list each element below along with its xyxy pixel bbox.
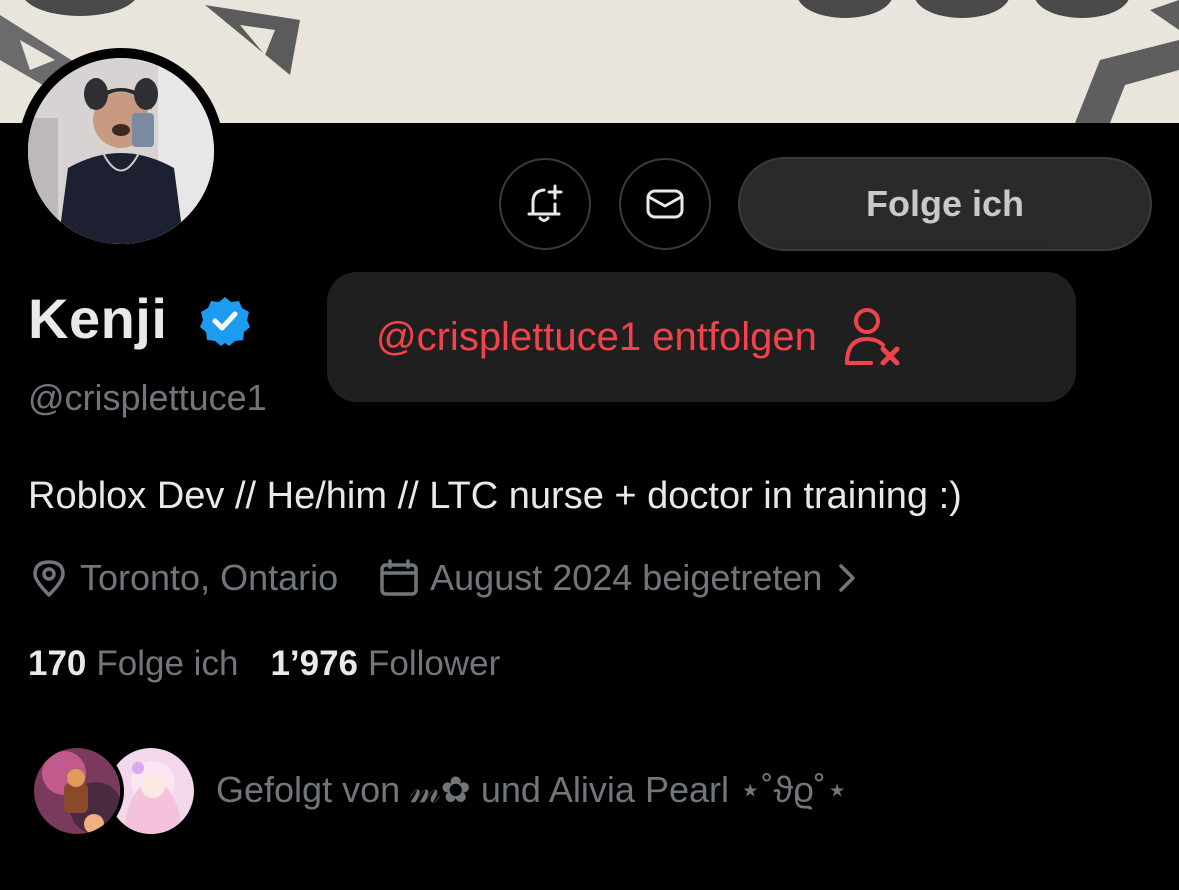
following-count-link[interactable]: 170 Folge ich: [28, 644, 238, 684]
avatar-photo: [28, 58, 214, 244]
profile-bio: Roblox Dev // He/him // LTC nurse + doct…: [28, 475, 962, 517]
profile-meta: Toronto, Ontario August 2024 beigetreten: [28, 552, 868, 604]
follow-counts: 170 Folge ich 1’976 Follower: [28, 638, 500, 690]
mutual-avatar: [30, 744, 124, 838]
profile-handle: @crisplettuce1: [28, 377, 267, 418]
followers-count: 1’976: [270, 644, 359, 683]
envelope-icon: [646, 189, 684, 219]
following-label: Folge ich: [96, 644, 239, 683]
followers-count-link[interactable]: 1’976 Follower: [270, 644, 500, 684]
followed-by-row[interactable]: Gefolgt von 𝓂✿ und Alivia Pearl ⋆˚ϑϱ˚⋆: [30, 740, 848, 840]
verified-badge-icon[interactable]: [199, 295, 251, 347]
following-button[interactable]: Folge ich: [738, 157, 1152, 251]
person-x-icon: [844, 308, 900, 366]
followers-label: Follower: [368, 644, 501, 683]
notifications-button[interactable]: [499, 158, 591, 250]
unfollow-menu-item[interactable]: @crisplettuce1 entfolgen: [327, 272, 1076, 402]
following-count: 170: [28, 644, 87, 683]
location-pin-icon: [33, 560, 65, 597]
followed-by-text: Gefolgt von 𝓂✿ und Alivia Pearl ⋆˚ϑϱ˚⋆: [216, 768, 849, 810]
chevron-right-icon: [839, 564, 856, 592]
profile-avatar[interactable]: [18, 48, 224, 254]
location: Toronto, Ontario: [28, 557, 338, 599]
bell-plus-icon: [527, 184, 563, 222]
joined-date[interactable]: August 2024 beigetreten: [378, 557, 868, 599]
calendar-icon: [380, 559, 418, 596]
joined-text: August 2024 beigetreten: [430, 557, 823, 598]
unfollow-label: @crisplettuce1 entfolgen: [376, 315, 817, 359]
location-text: Toronto, Ontario: [80, 557, 339, 598]
profile-page: Folge ich Kenji @crisplettuce1 @crisplet…: [0, 0, 1179, 890]
mutual-avatars: [30, 742, 198, 838]
display-name: Kenji: [28, 287, 168, 350]
message-button[interactable]: [619, 158, 711, 250]
